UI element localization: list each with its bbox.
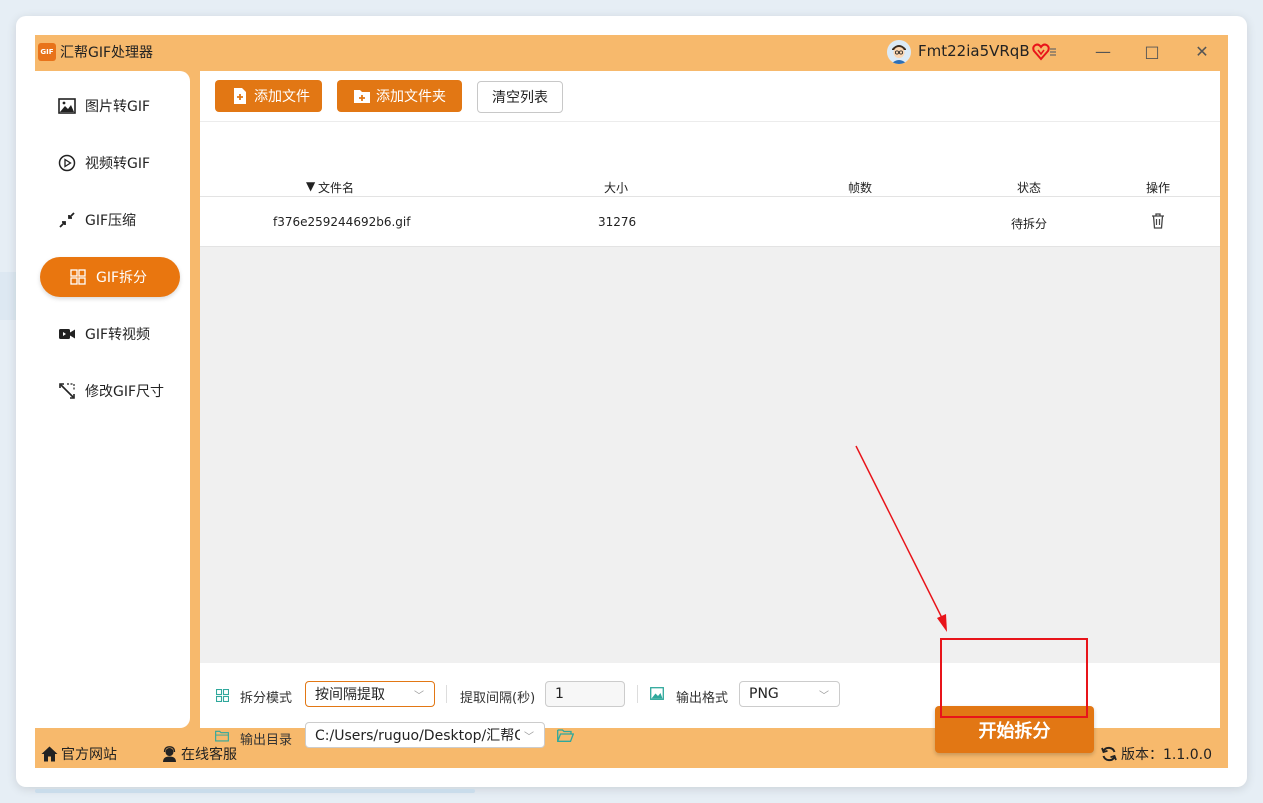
annotation-highlight-box [940,638,1088,718]
